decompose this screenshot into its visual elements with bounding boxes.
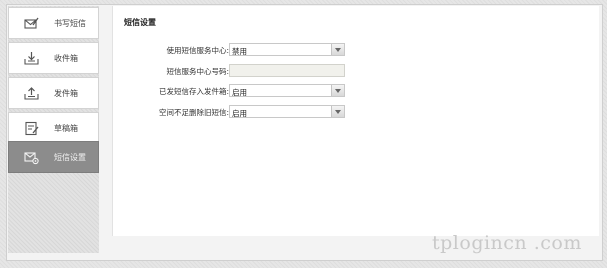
field-label: 使用短信服务中心: bbox=[166, 46, 229, 55]
outbox-icon bbox=[24, 87, 39, 100]
sms-settings-icon bbox=[24, 152, 39, 165]
settings-panel: 短信设置 使用短信服务中心: 禁用 短信服务中心号码: 已发短信存入发件箱: 启… bbox=[112, 6, 599, 236]
chevron-down-icon[interactable] bbox=[331, 44, 344, 55]
drafts-icon bbox=[25, 121, 39, 136]
field-label: 短信服务中心号码: bbox=[166, 67, 229, 76]
sms-center-enable-select[interactable]: 禁用 bbox=[229, 43, 345, 56]
sidebar: 书写短信 收件箱 发件箱 草稿箱 短信设置 bbox=[8, 6, 99, 253]
form-row-delete-old-sms: 空间不足删除旧短信: 启用 bbox=[113, 105, 353, 119]
chevron-down-icon[interactable] bbox=[331, 85, 344, 96]
inbox-icon bbox=[24, 52, 39, 65]
sidebar-item-label: 草稿箱 bbox=[54, 124, 78, 133]
field-label: 已发短信存入发件箱: bbox=[158, 87, 229, 96]
sms-center-number-input[interactable] bbox=[229, 64, 345, 77]
form-row-save-to-outbox: 已发短信存入发件箱: 启用 bbox=[113, 84, 353, 98]
select-value: 禁用 bbox=[232, 47, 247, 56]
form-row-sms-center-number: 短信服务中心号码: bbox=[113, 64, 353, 78]
select-value: 启用 bbox=[232, 88, 247, 97]
sidebar-item-outbox[interactable]: 发件箱 bbox=[8, 77, 99, 109]
page-title: 短信设置 bbox=[124, 18, 156, 27]
sidebar-item-inbox[interactable]: 收件箱 bbox=[8, 42, 99, 74]
sidebar-item-label: 发件箱 bbox=[54, 89, 78, 98]
sidebar-item-label: 短信设置 bbox=[54, 153, 86, 162]
form-row-sms-center-enable: 使用短信服务中心: 禁用 bbox=[113, 43, 353, 57]
select-value: 启用 bbox=[232, 109, 247, 118]
compose-sms-icon bbox=[24, 17, 39, 29]
chevron-down-icon[interactable] bbox=[331, 106, 344, 117]
sidebar-item-drafts[interactable]: 草稿箱 bbox=[8, 112, 99, 144]
field-label: 空间不足删除旧短信: bbox=[158, 108, 229, 117]
sidebar-item-compose[interactable]: 书写短信 bbox=[8, 7, 99, 39]
save-to-outbox-select[interactable]: 启用 bbox=[229, 84, 345, 97]
delete-old-sms-select[interactable]: 启用 bbox=[229, 105, 345, 118]
sidebar-item-sms-settings[interactable]: 短信设置 bbox=[8, 141, 99, 173]
sidebar-item-label: 书写短信 bbox=[54, 19, 86, 28]
sidebar-item-label: 收件箱 bbox=[54, 54, 78, 63]
watermark-text: tplogincn .com bbox=[432, 232, 582, 254]
